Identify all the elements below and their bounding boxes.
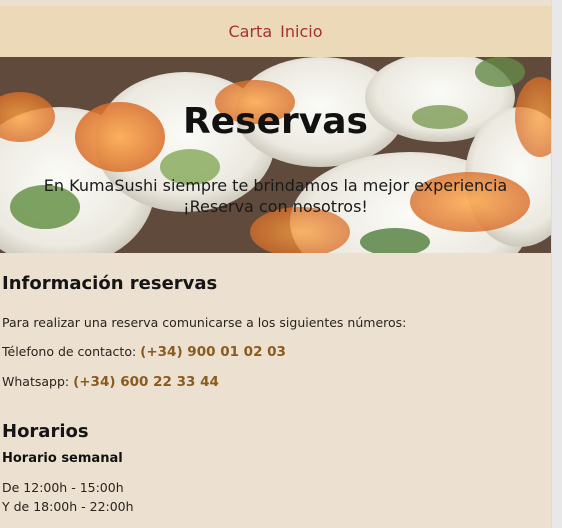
whatsapp-row: Whatsapp: (+34) 600 22 33 44 <box>2 374 551 390</box>
hero-subtitle-line-2: ¡Reserva con nosotros! <box>183 197 368 216</box>
phone-label: Télefono de contacto: <box>2 344 141 359</box>
page-scrollbar[interactable] <box>551 0 562 528</box>
top-nav: Carta Inicio <box>0 6 551 57</box>
schedule-heading: Horarios <box>2 421 89 442</box>
reservation-info-heading: Información reservas <box>2 273 218 294</box>
phone-number[interactable]: (+34) 900 01 02 03 <box>140 344 286 360</box>
phone-row: Télefono de contacto: (+34) 900 01 02 03 <box>2 344 551 360</box>
hero-subtitle-line-1: En KumaSushi siempre te brindamos la mej… <box>43 176 508 195</box>
whatsapp-label: Whatsapp: <box>2 374 74 389</box>
schedule-subheading: Horario semanal <box>2 451 123 466</box>
whatsapp-number[interactable]: (+34) 600 22 33 44 <box>73 374 219 390</box>
reservation-intro-text: Para realizar una reserva comunicarse a … <box>2 315 407 330</box>
schedule-line-1: De 12:00h - 15:00h <box>2 480 124 495</box>
sushi-background-image <box>0 57 551 253</box>
page: Carta Inicio Reservas En KumaSushi siemp… <box>0 6 551 528</box>
page-title: Reservas <box>183 101 368 142</box>
nav-link-inicio[interactable]: Inicio <box>280 22 322 41</box>
schedule-line-2: Y de 18:00h - 22:00h <box>2 499 134 514</box>
hero-subtitle: En KumaSushi siempre te brindamos la mej… <box>0 175 551 217</box>
nav-link-carta[interactable]: Carta <box>229 22 273 41</box>
reservation-info-section: Información reservas Para realizar una r… <box>0 273 551 390</box>
hero-banner: Reservas En KumaSushi siempre te brindam… <box>0 57 551 253</box>
schedule-section: Horarios Horario semanal De 12:00h - 15:… <box>0 421 551 514</box>
